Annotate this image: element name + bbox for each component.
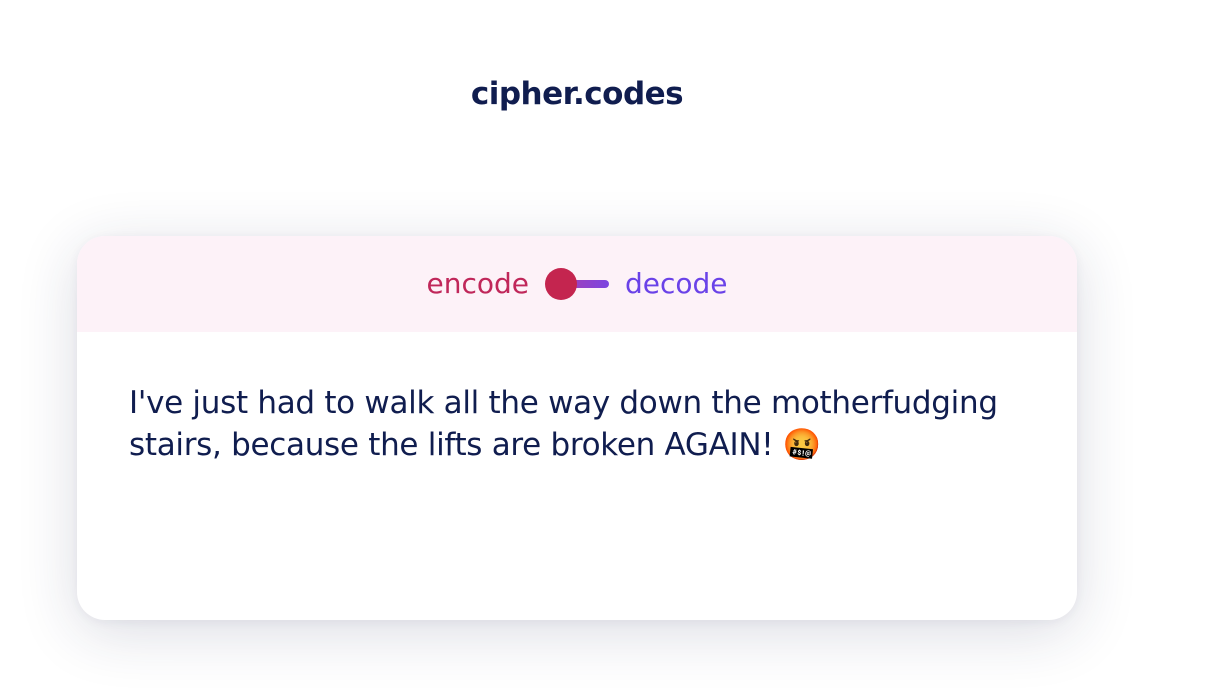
decode-label[interactable]: decode xyxy=(625,266,728,302)
encode-label[interactable]: encode xyxy=(426,266,529,302)
page: cipher.codes encode decode I've just had… xyxy=(0,0,1208,698)
encode-decode-toggle[interactable] xyxy=(544,268,609,300)
toggle-knob[interactable] xyxy=(544,268,577,300)
site-title[interactable]: cipher.codes xyxy=(0,74,1154,114)
message-area[interactable]: I've just had to walk all the way down t… xyxy=(77,332,1077,466)
cipher-card: encode decode I've just had to walk all … xyxy=(77,236,1077,620)
mode-toggle-bar: encode decode xyxy=(77,236,1077,332)
message-text[interactable]: I've just had to walk all the way down t… xyxy=(129,382,1025,466)
